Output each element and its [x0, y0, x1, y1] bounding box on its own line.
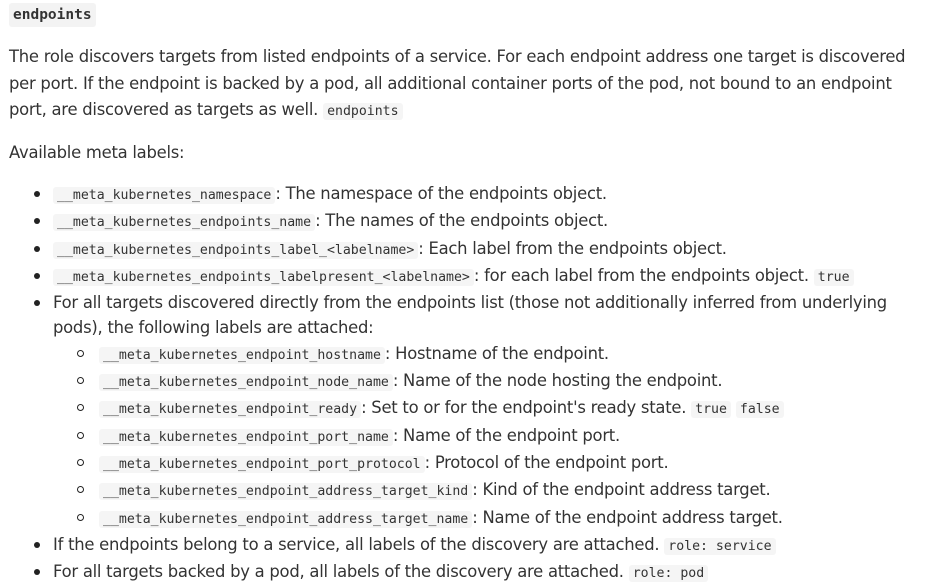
sublist-item: __meta_kubernetes_endpoint_hostname: Hos… [53, 341, 934, 368]
intro-text: The role discovers targets from listed e… [9, 47, 906, 119]
list-item-text: For all targets discovered directly from… [53, 293, 887, 338]
list-item: __meta_kubernetes_endpoints_name: The na… [9, 208, 934, 235]
meta-label-description: : Kind of the endpoint address target. [472, 480, 771, 500]
meta-label-description: : Each label from the endpoints object. [418, 238, 727, 258]
section-heading: endpoints [9, 3, 96, 27]
intro-code: endpoints [323, 103, 403, 120]
list-item: If the endpoints belong to a service, al… [9, 532, 934, 559]
meta-labels-list: __meta_kubernetes_namespace: The namespa… [9, 181, 934, 586]
meta-labels-title: Available meta labels: [9, 143, 185, 162]
meta-label-description: : Protocol of the endpoint port. [424, 452, 669, 472]
role-code: role: service [664, 537, 776, 555]
meta-label-code: __meta_kubernetes_endpoint_node_name [99, 374, 393, 392]
list-item: __meta_kubernetes_namespace: The namespa… [9, 181, 934, 208]
meta-label-description: : for each label from the endpoints obje… [473, 265, 809, 285]
endpoint-labels-sublist: __meta_kubernetes_endpoint_hostname: Hos… [53, 341, 934, 532]
meta-label-description: : Name of the endpoint address target. [472, 507, 783, 527]
role-code: role: pod [628, 565, 709, 583]
sublist-item: __meta_kubernetes_endpoint_port_protocol… [53, 450, 934, 477]
meta-label-code: __meta_kubernetes_endpoint_hostname [99, 346, 385, 364]
list-item: __meta_kubernetes_endpoints_label_<label… [9, 236, 934, 263]
meta-label-code: __meta_kubernetes_endpoint_port_name [99, 428, 393, 446]
meta-label-code: __meta_kubernetes_endpoint_port_protocol [99, 455, 425, 473]
meta-label-description: : Name of the node hosting the endpoint. [392, 371, 723, 391]
meta-label-description: : Hostname of the endpoint. [384, 343, 609, 363]
meta-label-code: __meta_kubernetes_endpoints_labelpresent… [53, 268, 474, 286]
sublist-item: __meta_kubernetes_endpoint_address_targe… [53, 505, 934, 532]
sublist-item: __meta_kubernetes_endpoint_ready: Set to… [53, 395, 934, 422]
meta-label-description: : Name of the endpoint port. [392, 425, 620, 445]
meta-label-description: : The namespace of the endpoints object. [275, 184, 607, 203]
list-item: For all targets discovered directly from… [9, 290, 934, 532]
meta-label-code: __meta_kubernetes_endpoint_address_targe… [99, 483, 473, 501]
documentation-page: endpoints The role discovers targets fro… [0, 0, 937, 583]
list-item-text: For all targets backed by a pod, all lab… [53, 562, 624, 582]
meta-label-code: __meta_kubernetes_endpoints_name [53, 214, 316, 232]
list-item: __meta_kubernetes_endpoints_labelpresent… [9, 263, 934, 290]
meta-label-description: : Set to or for the endpoint's ready sta… [361, 398, 687, 418]
sublist-item: __meta_kubernetes_endpoint_port_name: Na… [53, 423, 934, 450]
meta-label-code: __meta_kubernetes_namespace [53, 187, 276, 204]
meta-label-code: __meta_kubernetes_endpoint_ready [99, 401, 362, 419]
list-item-text: If the endpoints belong to a service, al… [53, 534, 660, 554]
meta-label-description: : The names of the endpoints object. [315, 211, 609, 231]
value-code: true [691, 401, 731, 419]
sublist-item: __meta_kubernetes_endpoint_address_targe… [53, 477, 934, 504]
meta-label-code: __meta_kubernetes_endpoints_label_<label… [53, 241, 419, 259]
meta-label-code: __meta_kubernetes_endpoint_address_targe… [99, 510, 473, 528]
sublist-item: __meta_kubernetes_endpoint_node_name: Na… [53, 368, 934, 395]
value-code: true [813, 268, 854, 286]
value-code: false [735, 401, 784, 419]
intro-paragraph: The role discovers targets from listed e… [9, 44, 934, 126]
